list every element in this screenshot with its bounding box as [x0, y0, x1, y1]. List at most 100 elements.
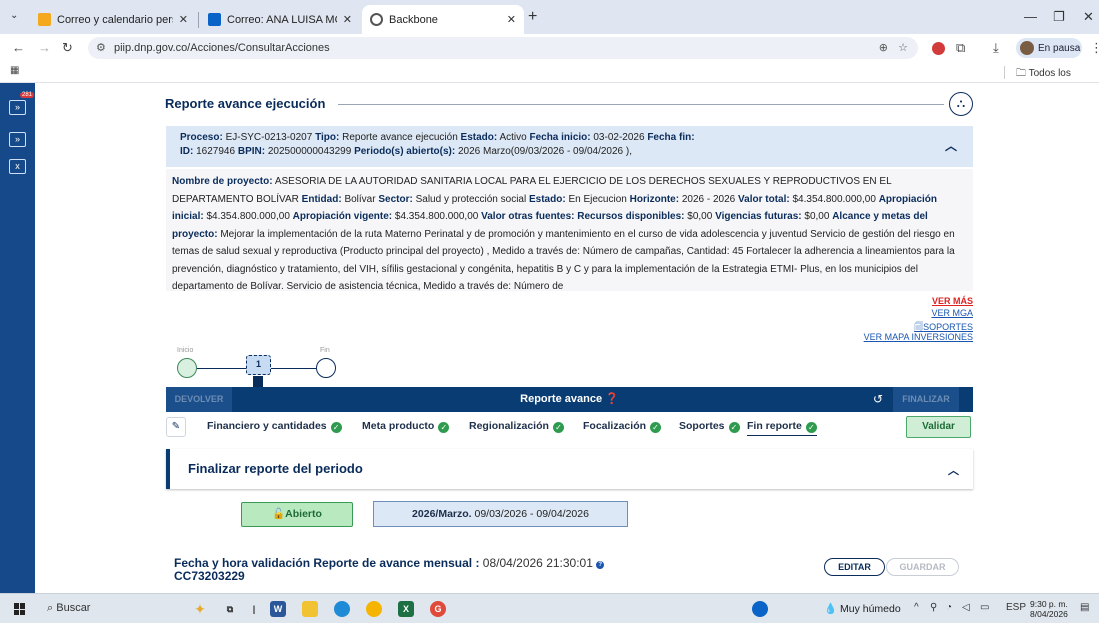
- reload-icon[interactable]: ↻: [62, 40, 73, 56]
- close-tab-icon[interactable]: ✕: [507, 13, 516, 26]
- url-field[interactable]: ⚙ piip.dnp.gov.co/Acciones/ConsultarAcci…: [88, 37, 918, 59]
- file-explorer-icon[interactable]: [302, 601, 318, 617]
- teams-icon[interactable]: [752, 601, 768, 617]
- tray-chevron-icon[interactable]: ^: [914, 602, 919, 613]
- workflow-step-node[interactable]: 1: [246, 355, 271, 375]
- notifications-icon[interactable]: ▤: [1080, 602, 1089, 613]
- weather-widget[interactable]: 💧 Muy húmedo: [824, 602, 901, 615]
- volume-icon[interactable]: ◁: [962, 602, 970, 613]
- validar-button[interactable]: Validar: [906, 416, 971, 438]
- close-window-icon[interactable]: ✕: [1083, 9, 1094, 25]
- estado-label: Estado:: [529, 193, 566, 205]
- search-label: Buscar: [56, 602, 91, 614]
- vigencias-futuras-label: Vigencias futuras:: [715, 211, 802, 222]
- adblock-extension-icon[interactable]: [932, 42, 945, 55]
- process-header[interactable]: Proceso: EJ-SYC-0213-0207 Tipo: Reporte …: [166, 126, 973, 167]
- close-tab-icon[interactable]: ✕: [179, 13, 188, 26]
- new-tab-icon[interactable]: +: [528, 8, 537, 26]
- org-chart-icon[interactable]: ⛬: [949, 92, 973, 116]
- network-icon[interactable]: ⚲: [930, 602, 937, 613]
- close-tab-icon[interactable]: ✕: [343, 13, 352, 26]
- step-label: Focalización: [583, 420, 647, 432]
- tab-financiero[interactable]: Financiero y cantidades ✓: [207, 420, 342, 433]
- extensions-icon[interactable]: ⧉: [956, 40, 965, 56]
- check-icon: ✓: [438, 422, 450, 433]
- tab-backbone[interactable]: Backbone ✕: [362, 5, 524, 34]
- rail-nav-icon[interactable]: »: [9, 132, 26, 147]
- minimize-icon[interactable]: —: [1024, 9, 1037, 24]
- keyboard-icon[interactable]: ▭: [980, 602, 989, 613]
- step-label: Soportes: [679, 420, 725, 432]
- collapse-chevron-icon[interactable]: ︿: [948, 462, 959, 478]
- app-left-rail: » » x: [0, 83, 35, 593]
- info-icon[interactable]: ?: [596, 561, 605, 569]
- step-label: Financiero y cantidades: [207, 420, 327, 432]
- validation-datetime: 08/04/2026 21:30:01: [482, 556, 593, 570]
- tab-correo-personal[interactable]: Correo y calendario personal de ✕: [30, 5, 196, 34]
- ver-mga-link[interactable]: VER MGA: [931, 308, 973, 318]
- globe-icon: [370, 13, 383, 26]
- tab-correo-ana[interactable]: Correo: ANA LUISA MORELOS C ✕: [200, 5, 360, 34]
- language-indicator[interactable]: ESP: [1006, 602, 1026, 613]
- check-icon: ✓: [805, 422, 817, 433]
- finalizar-panel-header[interactable]: Finalizar reporte del periodo ︿: [166, 449, 973, 489]
- clock[interactable]: 9:30 p. m. 8/04/2026: [1030, 599, 1068, 619]
- folder-icon: 🗀: [1016, 68, 1026, 79]
- word-icon[interactable]: W: [270, 601, 286, 617]
- outlook-mail-icon: [208, 13, 221, 26]
- copilot-sparkle-icon[interactable]: ✦: [192, 601, 208, 617]
- site-info-icon[interactable]: ⚙: [96, 41, 106, 54]
- tab-focalizacion[interactable]: Focalización ✓: [583, 420, 662, 433]
- bookmark-star-icon[interactable]: ☆: [898, 41, 908, 54]
- chrome-profile-icon[interactable]: G: [430, 601, 446, 617]
- tab-meta-producto[interactable]: Meta producto ✓: [362, 420, 450, 433]
- apps-grid-icon[interactable]: ▦: [10, 65, 19, 76]
- otras-fuentes-label: Valor otras fuentes:: [481, 211, 575, 222]
- horizonte-label: Horizonte:: [629, 193, 680, 205]
- workflow-connector: [197, 368, 246, 369]
- clock-time: 9:30 p. m.: [1030, 599, 1068, 609]
- collapse-chevron-icon[interactable]: ︿: [945, 139, 957, 153]
- devolver-button[interactable]: DEVOLVER: [166, 387, 232, 412]
- ver-mapa-link[interactable]: VER MAPA INVERSIONES: [864, 332, 973, 342]
- profile-status: En pausa: [1038, 42, 1081, 54]
- entidad-label: Entidad:: [301, 193, 342, 205]
- restore-icon[interactable]: ❐: [1053, 9, 1065, 25]
- url-text[interactable]: piip.dnp.gov.co/Acciones/ConsultarAccion…: [114, 42, 330, 54]
- sector-label: Sector:: [378, 193, 413, 205]
- download-icon[interactable]: ⤓: [993, 40, 999, 56]
- undo-icon[interactable]: ↺: [873, 392, 883, 406]
- rail-expand-icon[interactable]: »: [9, 100, 26, 115]
- period-name: 2026/Marzo.: [412, 508, 472, 520]
- windows-start-icon[interactable]: [14, 603, 26, 615]
- tab-search-chevron-icon[interactable]: ⌄: [10, 10, 18, 21]
- editar-button[interactable]: EDITAR: [824, 558, 885, 576]
- zoom-icon[interactable]: ⊕: [879, 41, 888, 54]
- ver-mas-link[interactable]: VER MÁS: [932, 296, 973, 306]
- tab-regionalizacion[interactable]: Regionalización ✓: [469, 420, 564, 433]
- edge-icon[interactable]: [334, 601, 350, 617]
- chrome-icon[interactable]: [366, 601, 382, 617]
- workflow-start-label: Inicio: [177, 347, 194, 354]
- profile-button[interactable]: En pausa: [1016, 38, 1082, 58]
- validation-user: CC73203229: [174, 569, 245, 583]
- task-view-icon[interactable]: ⧉: [222, 601, 238, 617]
- forward-icon[interactable]: →: [38, 40, 51, 55]
- taskbar-search[interactable]: ⌕ Buscar: [47, 602, 90, 615]
- wifi-icon[interactable]: ◔: [946, 602, 952, 613]
- apropiacion-vigente-label: Apropiación vigente:: [292, 211, 393, 222]
- unlock-icon: 🔓: [272, 508, 286, 520]
- tab-soportes[interactable]: Soportes ✓: [679, 420, 740, 433]
- finalizar-button[interactable]: FINALIZAR: [893, 387, 959, 412]
- back-icon[interactable]: ←: [12, 40, 25, 55]
- tab-fin-reporte[interactable]: Fin reporte ✓: [747, 420, 817, 436]
- check-icon: ✓: [552, 422, 564, 433]
- menu-kebab-icon[interactable]: ⋮: [1090, 40, 1099, 56]
- windows-taskbar: ⌕ Buscar ✦ ⧉ | W X G 💧 Muy húmedo ^ ⚲ ◔ …: [0, 593, 1099, 623]
- excel-icon[interactable]: X: [398, 601, 414, 617]
- recursos-disponibles-value: $0,00: [687, 211, 713, 222]
- rail-excel-icon[interactable]: x: [9, 159, 26, 174]
- address-bar: ← → ↻ ⚙ piip.dnp.gov.co/Acciones/Consult…: [0, 34, 1099, 62]
- guardar-button[interactable]: GUARDAR: [886, 558, 959, 576]
- edit-pencil-icon[interactable]: ✎: [166, 417, 186, 437]
